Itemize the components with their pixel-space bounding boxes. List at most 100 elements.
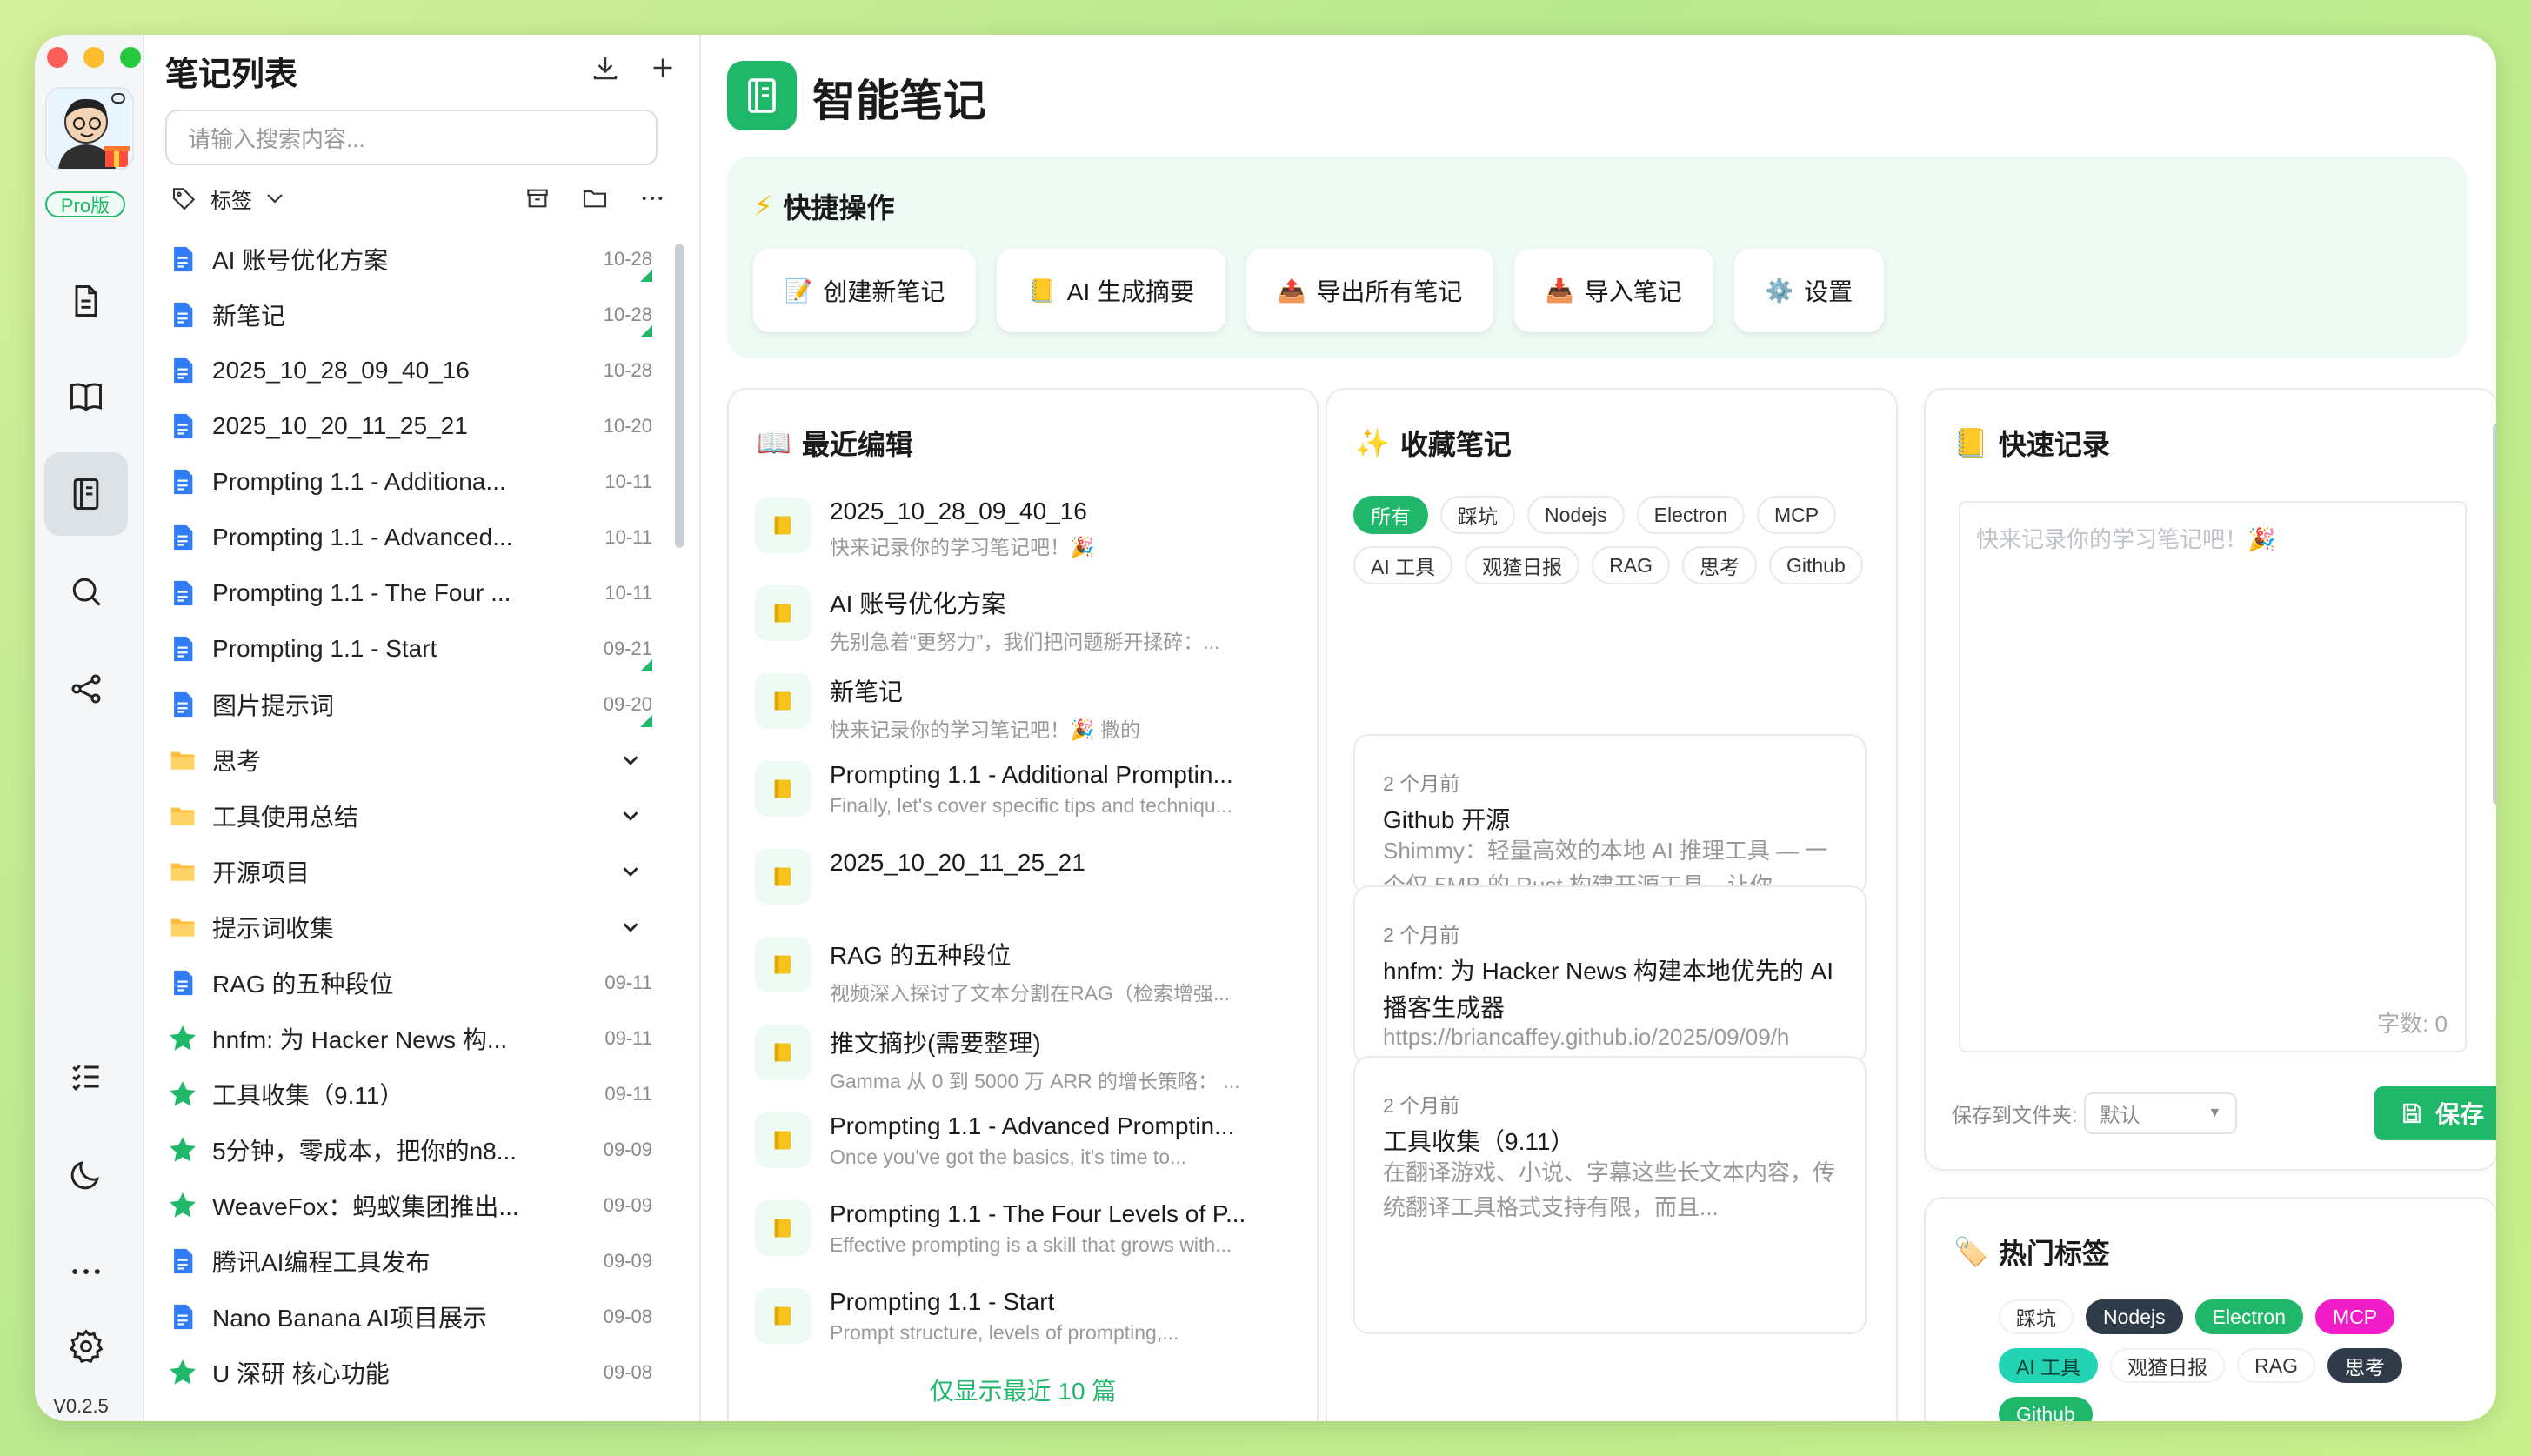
recent-item[interactable]: Prompting 1.1 - Start Prompt structure, l… (755, 1279, 1277, 1367)
note-item[interactable]: Prompting 1.1 - Start 09-21 (165, 621, 652, 677)
chevron-down-icon[interactable] (618, 858, 644, 885)
hot-tag[interactable]: Electron (2194, 1299, 2303, 1334)
rail-settings-button[interactable] (44, 1305, 128, 1388)
notes-list-scrollbar[interactable] (675, 244, 684, 548)
favorite-note-card[interactable]: 2 个月前 Github 开源 Shimmy：轻量高效的本地 AI 推理工具 — 一… (1353, 734, 1867, 925)
document-icon (174, 691, 193, 718)
recent-item[interactable]: 2025_10_20_11_25_21 (755, 840, 1277, 928)
favorites-filter-chip[interactable]: MCP (1756, 496, 1837, 534)
list-item-date: 10-11 (604, 582, 652, 604)
save-button[interactable]: 保存 (2374, 1086, 2496, 1140)
rail-share-button[interactable] (44, 647, 128, 731)
favorites-filter-chip[interactable]: 思考 (1681, 546, 1757, 584)
archive-icon[interactable] (524, 184, 551, 212)
folder-item[interactable]: 工具使用总结 (165, 788, 652, 844)
recent-item-preview: 快来记录你的学习笔记吧！🎉 (830, 536, 1095, 558)
main-scrollbar[interactable] (2493, 423, 2496, 805)
rail-notebook-button[interactable] (44, 452, 128, 536)
filter-row: 标签 (170, 181, 666, 216)
minimize-window-button[interactable] (83, 47, 104, 68)
quick-action-button[interactable]: ⚙️ 设置 (1733, 249, 1885, 332)
chevron-down-icon[interactable] (618, 747, 644, 773)
chevron-down-icon[interactable] (261, 184, 289, 212)
chevron-down-icon[interactable] (618, 803, 644, 829)
recent-item[interactable]: RAG 的五种段位 视频深入探讨了文本分割在RAG（检索增强... (755, 928, 1277, 1016)
favorites-filter-chip[interactable]: 观猹日报 (1465, 546, 1580, 584)
quick-action-button[interactable]: 📒 AI 生成摘要 (997, 249, 1226, 332)
rail-search-button[interactable] (44, 550, 128, 633)
close-window-button[interactable] (47, 47, 68, 68)
notepad-icon (755, 1025, 811, 1080)
hot-tag[interactable]: 思考 (2327, 1348, 2402, 1383)
recent-item[interactable]: AI 账号优化方案 先别急着“更努力”，我们把问题掰开揉碎：... (755, 577, 1277, 665)
favorite-note-card[interactable]: 2 个月前 hnfm: 为 Hacker News 构建本地优先的 AI 播客生成… (1353, 885, 1867, 1112)
recent-item[interactable]: 新笔记 快来记录你的学习笔记吧！🎉 撒的 (755, 665, 1277, 752)
favorites-filter-chip[interactable]: 所有 (1353, 496, 1428, 534)
favorites-filter-chip[interactable]: AI 工具 (1353, 546, 1453, 584)
favorites-filter-chip[interactable]: Nodejs (1527, 496, 1625, 534)
more-icon[interactable] (638, 184, 666, 212)
zoom-window-button[interactable] (120, 47, 141, 68)
document-icon (174, 1304, 193, 1330)
quick-action-button[interactable]: 📥 导入笔记 (1514, 249, 1713, 332)
note-item[interactable]: Prompting 1.1 - Advanced... 10-11 (165, 510, 652, 565)
recent-footer-link[interactable]: 仅显示最近 10 篇 (729, 1373, 1317, 1407)
list-item-title: 腾讯AI编程工具发布 (212, 1249, 431, 1276)
favorite-note-card[interactable]: 2 个月前 工具收集（9.11） 在翻译游戏、小说、字幕这些长文本内容，传统翻译工具… (1353, 1056, 1867, 1334)
recent-item[interactable]: 推文摘抄(需要整理) Gamma 从 0 到 5000 万 ARR 的增长策略： … (755, 1016, 1277, 1104)
plus-icon[interactable] (647, 52, 678, 83)
hot-tag[interactable]: 踩坑 (1999, 1299, 2074, 1334)
note-item[interactable]: 新笔记 10-28 (165, 287, 652, 343)
favorites-filter-chip[interactable]: RAG (1592, 546, 1670, 584)
note-item[interactable]: WeaveFox：蚂蚁集团推出... 09-09 (165, 1178, 652, 1233)
note-item[interactable]: 腾讯AI编程工具发布 09-09 (165, 1233, 652, 1289)
note-item[interactable]: 2025_10_28_09_40_16 10-28 (165, 343, 652, 398)
search-input[interactable]: 请输入搜索内容... (165, 110, 658, 165)
note-item[interactable]: Prompting 1.1 - Additiona... 10-11 (165, 454, 652, 510)
quick-action-button[interactable]: 📤 导出所有笔记 (1246, 249, 1494, 332)
share-icon (71, 674, 101, 704)
note-item[interactable]: AI 账号优化方案 10-28 (165, 231, 652, 287)
download-icon[interactable] (590, 52, 621, 83)
rail-book-button[interactable] (44, 355, 128, 438)
note-item[interactable]: U 深研 核心功能 09-08 (165, 1345, 652, 1400)
list-item-icon (165, 1021, 200, 1056)
quick-note-textarea[interactable]: 快来记录你的学习笔记吧！🎉 字数: 0 (1959, 501, 2467, 1052)
recent-item[interactable]: Prompting 1.1 - Additional Promptin... Fi… (755, 752, 1277, 840)
folder-item[interactable]: 思考 (165, 732, 652, 788)
note-item[interactable]: 5分钟，零成本，把你的n8... 09-09 (165, 1122, 652, 1178)
tag-filter-dropdown[interactable]: 标签 (210, 184, 252, 214)
list-item-date: 09-20 (603, 693, 652, 715)
hot-tag[interactable]: Nodejs (2086, 1299, 2183, 1334)
hot-tag[interactable]: MCP (2314, 1299, 2395, 1334)
hot-tag[interactable]: 观猹日报 (2110, 1348, 2226, 1383)
note-item[interactable]: Prompting 1.1 - The Four ... 10-11 (165, 565, 652, 621)
favorites-filter-chip[interactable]: 踩坑 (1440, 496, 1515, 534)
folder-icon[interactable] (581, 184, 609, 212)
note-item[interactable]: 图片提示词 09-20 (165, 677, 652, 732)
folder-item[interactable]: 提示词收集 (165, 899, 652, 955)
recent-item[interactable]: 2025_10_28_09_40_16 快来记录你的学习笔记吧！🎉 (755, 489, 1277, 577)
hot-tag[interactable]: Github (1999, 1397, 2093, 1421)
note-item[interactable]: hnfm: 为 Hacker News 构... 09-11 (165, 1011, 652, 1066)
rail-notes-button[interactable] (44, 259, 128, 343)
favorites-filter-chip[interactable]: Electron (1636, 496, 1745, 534)
recent-item[interactable]: Prompting 1.1 - The Four Levels of P... E… (755, 1192, 1277, 1279)
note-item[interactable]: RAG 的五种段位 09-11 (165, 955, 652, 1011)
list-item-icon (165, 1299, 200, 1334)
note-item[interactable]: 2025_10_20_11_25_21 10-20 (165, 398, 652, 454)
rail-tasks-button[interactable] (44, 1035, 128, 1119)
rail-theme-button[interactable] (44, 1132, 128, 1216)
recent-item[interactable]: Prompting 1.1 - Advanced Promptin... Once… (755, 1104, 1277, 1192)
note-item[interactable]: Nano Banana AI项目展示 09-08 (165, 1289, 652, 1345)
quick-action-button[interactable]: 📝 创建新笔记 (753, 249, 977, 332)
favorites-filter-chip[interactable]: Github (1768, 546, 1863, 584)
note-item[interactable]: 工具收集（9.11） 09-11 (165, 1066, 652, 1122)
hot-tag[interactable]: RAG (2237, 1348, 2315, 1383)
hot-tag[interactable]: AI 工具 (1999, 1348, 2099, 1383)
folder-item[interactable]: 开源项目 (165, 844, 652, 899)
rail-more-button[interactable] (44, 1230, 128, 1313)
chevron-down-icon[interactable] (618, 914, 644, 940)
save-folder-select[interactable]: 默认 ▼ (2084, 1092, 2238, 1134)
avatar[interactable] (45, 87, 134, 170)
